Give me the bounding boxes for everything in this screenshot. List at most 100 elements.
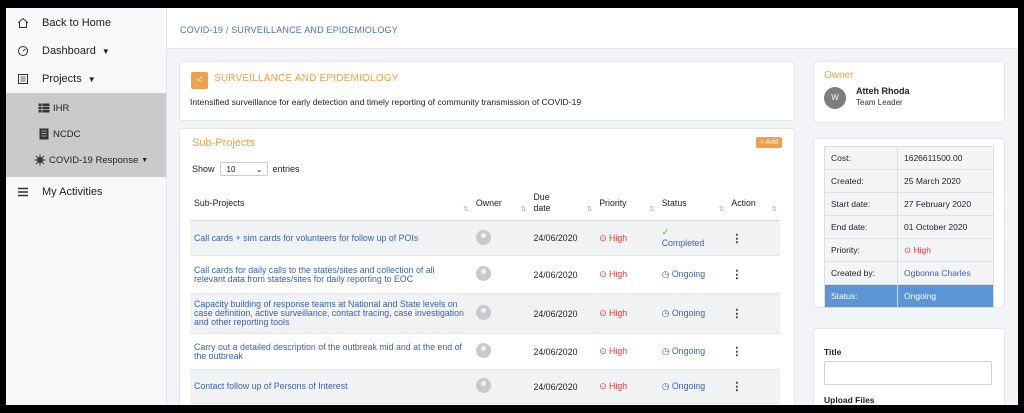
kebab-menu-icon[interactable]: ⋮	[731, 233, 742, 245]
virus-icon	[34, 154, 46, 166]
detail-label: Priority:	[824, 238, 898, 262]
owner-name: Atteh Rhoda	[856, 86, 910, 96]
detail-label: Start date:	[824, 192, 898, 216]
detail-row-created-by: Created by: Ogbonna Charles	[824, 261, 994, 285]
sort-icon[interactable]: ⇅	[463, 205, 469, 213]
sidebar-subitem-ihr[interactable]: IHR	[6, 95, 166, 121]
subproject-link[interactable]: Call cards + sim cards for volunteers fo…	[194, 233, 468, 243]
sidebar-item-label: My Activities	[42, 186, 103, 198]
owner-avatar	[475, 305, 491, 320]
due-date: 24/06/2020	[529, 220, 596, 256]
sidebar-subitem-label: IHR	[53, 102, 70, 114]
subproject-link[interactable]: Call cards for daily calls to the states…	[194, 265, 468, 284]
main-content: COVID-19 / SURVEILLANCE AND EPIDEMIOLOGY…	[167, 8, 1018, 405]
status-label: Ongoing	[671, 308, 706, 318]
status-label: Ongoing	[671, 269, 706, 279]
priority-value: High	[913, 244, 931, 255]
owner-avatar	[475, 266, 491, 281]
sidebar-subitem-covid19-response[interactable]: COVID-19 Response ▼	[6, 147, 166, 173]
status-label: Ongoing	[671, 381, 706, 391]
column-header-due-date[interactable]: Due date ⇅	[529, 185, 596, 221]
subprojects-card: Sub-Projects + Add Show 10 ⌄ entries Sub…	[179, 128, 795, 405]
column-header-status[interactable]: Status ⇅	[657, 185, 728, 221]
sidebar-item-back-to-home[interactable]: Back to Home	[6, 9, 166, 37]
created-by-link[interactable]: Ogbonna Charles	[904, 268, 971, 278]
upload-card: Title Upload Files	[813, 328, 1005, 405]
table-row: Contact follow up of Persons of Interest…	[190, 369, 780, 404]
page-size-select[interactable]: 10 ⌄	[219, 162, 268, 176]
sidebar-item-dashboard[interactable]: Dashboard ▼	[6, 37, 166, 65]
column-header-action[interactable]: Action ⇅	[727, 185, 780, 221]
sort-icon[interactable]: ⇅	[771, 205, 777, 213]
sidebar-item-label: Projects	[42, 73, 82, 85]
entries-label: entries	[272, 164, 300, 174]
sort-icon[interactable]: ⇅	[586, 205, 592, 213]
column-header-label: Sub-Projects	[194, 197, 245, 208]
table-row: Carry out a detailed description of the …	[190, 333, 780, 370]
status-label: Completed	[661, 238, 705, 248]
detail-value: 27 February 2020	[897, 192, 994, 216]
sidebar-item-my-activities[interactable]: My Activities	[6, 178, 166, 206]
detail-value: 25 March 2020	[897, 169, 994, 193]
status-badge: ◷ Ongoing	[662, 346, 705, 356]
page-size-control: Show 10 ⌄ entries	[192, 162, 300, 176]
title-label: Title	[824, 347, 842, 357]
owner-avatar	[475, 343, 491, 358]
kebab-menu-icon[interactable]: ⋮	[731, 308, 742, 320]
detail-row-status: Status: Ongoing	[824, 284, 994, 308]
sidebar: Back to Home Dashboard ▼ Projects ▼ IHR	[6, 8, 167, 405]
subproject-link[interactable]: Contact follow up of Persons of Interest	[194, 382, 468, 391]
subprojects-title: Sub-Projects	[192, 137, 255, 149]
back-button[interactable]: <	[191, 72, 208, 89]
sort-icon[interactable]: ⇅	[521, 205, 527, 213]
subproject-link[interactable]: Capacity building of response teams at N…	[194, 300, 468, 327]
column-header-priority[interactable]: Priority ⇅	[595, 185, 658, 221]
table-row: Call cards + sim cards for volunteers fo…	[190, 220, 780, 256]
kebab-menu-icon[interactable]: ⋮	[731, 381, 742, 393]
column-header-label: Due date	[533, 191, 551, 213]
projects-icon	[16, 72, 30, 86]
sidebar-item-label: Dashboard	[42, 45, 96, 57]
subprojects-table: Sub-Projects ⇅ Owner ⇅ Due date ⇅ Priority ⇅…	[190, 185, 780, 404]
title-input[interactable]	[824, 361, 992, 385]
column-header-label: Owner	[475, 197, 502, 208]
detail-row-cost: Cost: 1626611500.00	[824, 146, 994, 170]
caret-down-icon: ▼	[101, 46, 110, 56]
breadcrumb: COVID-19 / SURVEILLANCE AND EPIDEMIOLOGY	[167, 8, 1018, 49]
sidebar-subitem-label: COVID-19 Response	[49, 154, 139, 166]
sidebar-subitem-ncdc[interactable]: NCDC	[6, 121, 166, 147]
owner-heading: Owner	[824, 70, 854, 81]
column-header-owner[interactable]: Owner ⇅	[471, 185, 530, 221]
alert-circle-icon: ⊙	[904, 244, 912, 255]
column-header-subprojects[interactable]: Sub-Projects ⇅	[190, 185, 472, 221]
breadcrumb-link-covid19[interactable]: COVID-19	[180, 25, 223, 35]
caret-down-icon: ▼	[141, 156, 149, 164]
kebab-menu-icon[interactable]: ⋮	[731, 346, 742, 358]
detail-value: Ongoing	[897, 284, 994, 308]
project-description: Intensified surveillance for early detec…	[190, 97, 582, 107]
sort-icon[interactable]: ⇅	[718, 205, 724, 213]
table-header-row: Sub-Projects ⇅ Owner ⇅ Due date ⇅ Priority ⇅…	[190, 185, 780, 221]
clock-icon: ◷	[661, 269, 670, 279]
status-badge: ✓ Completed	[662, 227, 724, 249]
app-window: Back to Home Dashboard ▼ Projects ▼ IHR	[6, 8, 1018, 405]
detail-label: Created by:	[824, 261, 898, 285]
due-date: 24/06/2020	[529, 333, 596, 370]
avatar: W	[824, 87, 846, 109]
priority-badge: ⊙ High	[599, 308, 627, 318]
sidebar-item-projects[interactable]: Projects ▼	[6, 65, 166, 93]
project-title: SURVEILLANCE AND EPIDEMIOLOGY	[214, 73, 399, 84]
detail-value: 01 October 2020	[897, 215, 994, 239]
due-date: 24/06/2020	[529, 293, 596, 334]
alert-circle-icon: ⊙	[599, 381, 607, 391]
subproject-link[interactable]: Carry out a detailed description of the …	[194, 342, 468, 361]
show-label: Show	[192, 164, 215, 174]
priority-label: High	[609, 381, 628, 391]
priority-label: High	[609, 346, 628, 356]
priority-badge: ⊙ High	[599, 269, 627, 279]
kebab-menu-icon[interactable]: ⋮	[731, 269, 742, 281]
add-subproject-button[interactable]: + Add	[755, 137, 782, 148]
sort-icon[interactable]: ⇅	[649, 205, 655, 213]
detail-label: End date:	[824, 215, 898, 239]
status-badge: ◷ Ongoing	[662, 269, 705, 279]
